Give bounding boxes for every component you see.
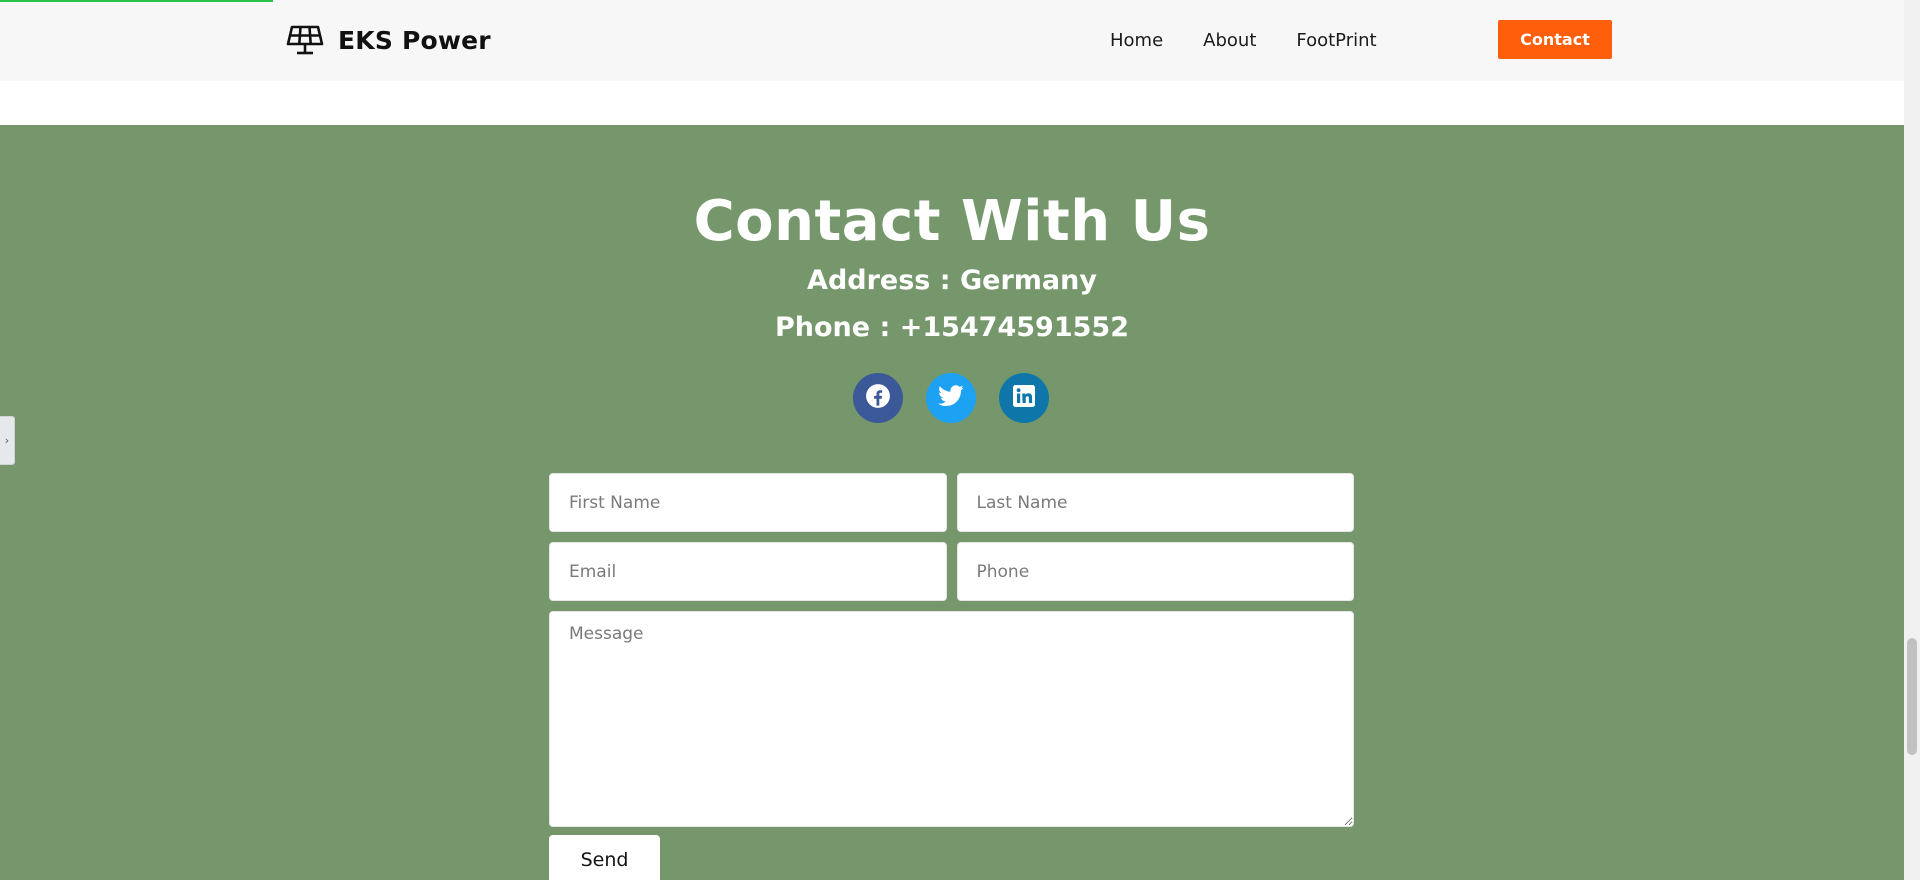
linkedin-icon	[1012, 384, 1036, 412]
contact-form: Send	[549, 473, 1354, 885]
email-input[interactable]	[549, 542, 947, 601]
phone-label: Phone :	[775, 312, 900, 343]
message-textarea[interactable]	[549, 611, 1354, 827]
contact-button[interactable]: Contact	[1498, 20, 1612, 59]
name-row	[549, 473, 1354, 532]
address-line: Address : Germany	[0, 265, 1904, 296]
contact-row	[549, 542, 1354, 601]
page-scrollbar[interactable]	[1904, 0, 1920, 880]
first-name-input[interactable]	[549, 473, 947, 532]
solar-panel-icon	[286, 24, 324, 56]
facebook-link[interactable]	[853, 373, 903, 423]
twitter-link[interactable]	[926, 373, 976, 423]
facebook-icon	[865, 383, 891, 413]
phone-line: Phone : +15474591552	[0, 312, 1904, 343]
send-button[interactable]: Send	[549, 835, 660, 885]
nav-link-home[interactable]: Home	[1110, 30, 1163, 51]
main-nav: Home About FootPrint	[1110, 0, 1417, 81]
phone-input[interactable]	[956, 542, 1354, 601]
navbar: EKS Power Home About FootPrint Contact	[0, 0, 1904, 81]
chevron-right-icon: ›	[4, 434, 10, 447]
nav-link-about[interactable]: About	[1203, 30, 1256, 51]
page-load-progress-bar	[0, 0, 273, 2]
brand-name: EKS Power	[338, 25, 491, 55]
phone-value: +15474591552	[899, 312, 1129, 343]
address-label: Address :	[807, 265, 960, 296]
social-links	[853, 373, 1049, 423]
twitter-icon	[938, 385, 964, 411]
side-panel-toggle[interactable]: ›	[0, 416, 15, 465]
brand[interactable]: EKS Power	[286, 22, 491, 58]
scrollbar-thumb[interactable]	[1907, 638, 1917, 755]
contact-section: Contact With Us Address : Germany Phone …	[0, 125, 1904, 885]
address-value: Germany	[959, 265, 1097, 296]
linkedin-link[interactable]	[999, 373, 1049, 423]
nav-link-footprint[interactable]: FootPrint	[1296, 30, 1376, 51]
last-name-input[interactable]	[956, 473, 1354, 532]
contact-title: Contact With Us	[693, 189, 1211, 254]
